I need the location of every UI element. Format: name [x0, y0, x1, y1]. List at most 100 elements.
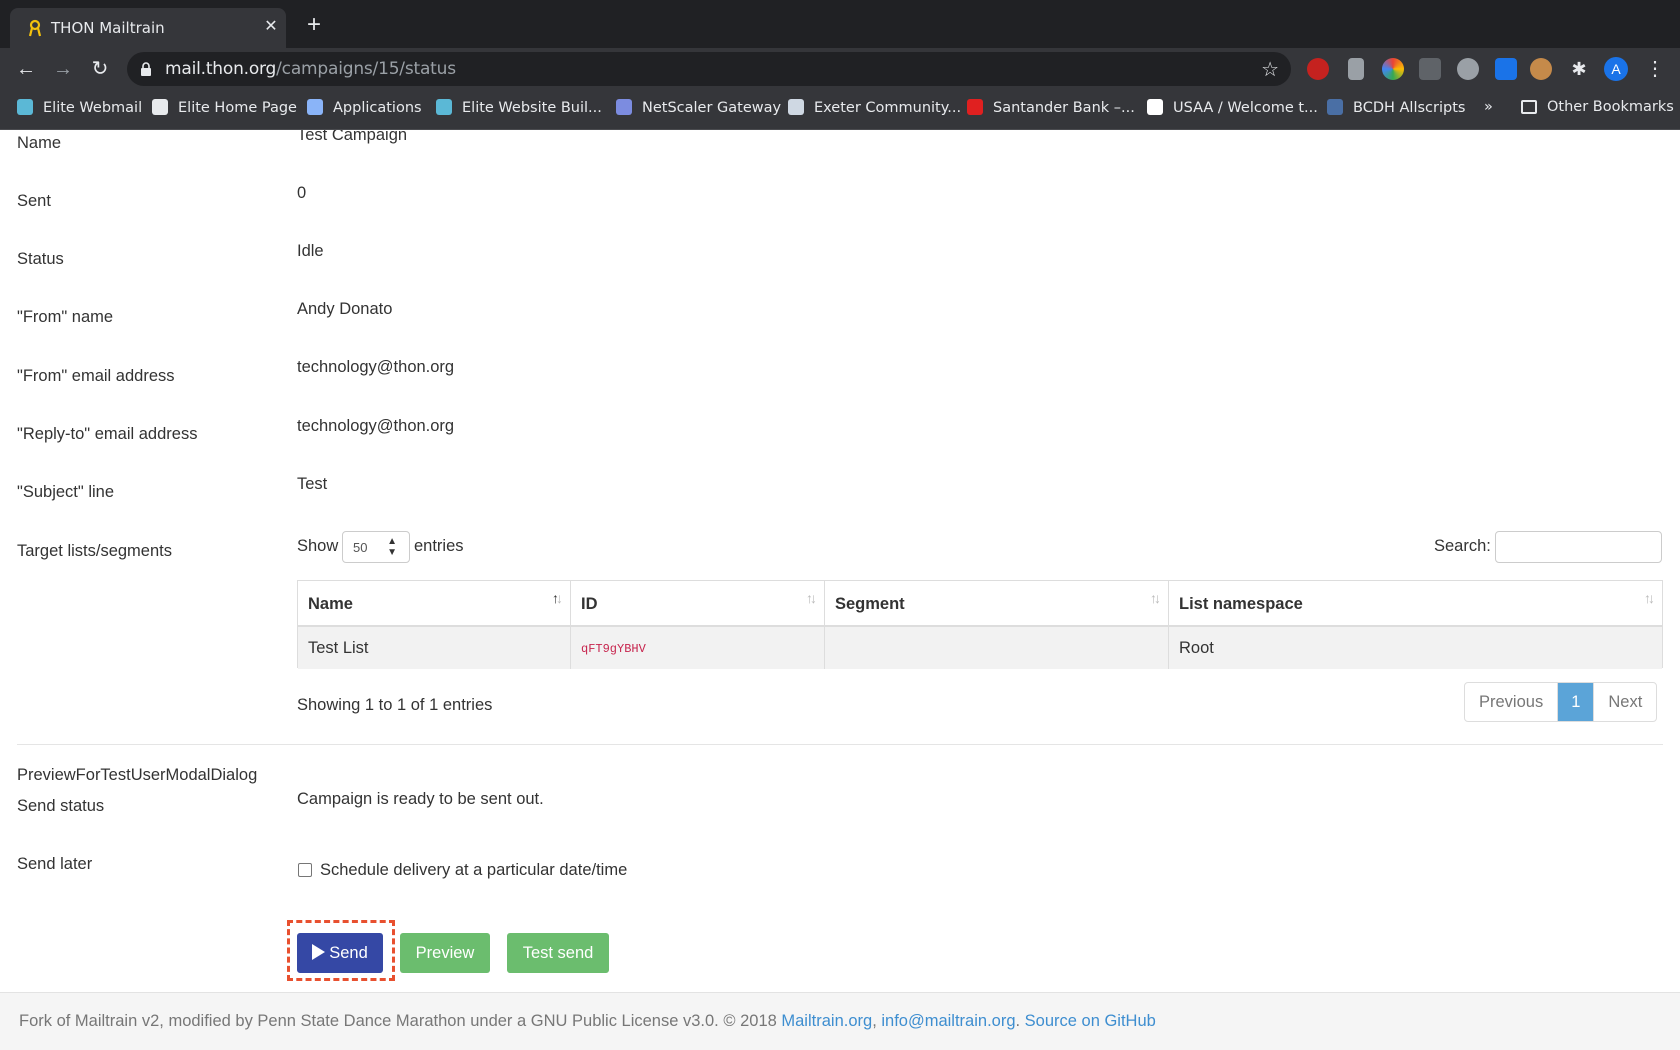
table-info: Showing 1 to 1 of 1 entries: [297, 696, 493, 714]
forward-icon[interactable]: →: [51, 57, 75, 81]
puzzle-extensions-icon[interactable]: ✱: [1568, 58, 1590, 80]
field-value: 0: [297, 184, 307, 202]
sort-icon: ↑↓: [1150, 590, 1161, 606]
next-page-button[interactable]: Next: [1594, 683, 1656, 721]
bookmark-item[interactable]: Elite Website Buil...: [436, 99, 602, 121]
tab-title: THON Mailtrain: [51, 19, 165, 37]
page-length-select[interactable]: 50 ▲ ▼: [342, 531, 410, 563]
table-cell-segment: [825, 627, 1169, 669]
bookmark-item[interactable]: BCDH Allscripts: [1327, 99, 1465, 121]
office-extension-icon[interactable]: [1348, 58, 1364, 80]
bookmarks-bar: Elite Webmail Elite Home Page Applicatio…: [0, 90, 1680, 130]
page-1-button[interactable]: 1: [1558, 683, 1595, 721]
field-value: Andy Donato: [297, 300, 393, 318]
field-value: Test: [297, 475, 328, 493]
footer-text: Fork of Mailtrain v2, modified by Penn S…: [19, 1012, 1156, 1030]
ribbon-icon: [28, 19, 42, 37]
email-link[interactable]: info@mailtrain.org: [881, 1012, 1015, 1030]
send-later-label: Send later: [17, 855, 93, 873]
bookmark-item[interactable]: NetScaler Gateway: [616, 99, 781, 121]
field-label: "From" name: [17, 308, 114, 326]
schedule-delivery-label[interactable]: Schedule delivery at a particular date/t…: [320, 861, 627, 880]
bookmark-star-icon[interactable]: ☆: [1261, 57, 1279, 82]
cookie-extension-icon[interactable]: [1530, 58, 1552, 80]
bookmark-favicon-icon: [616, 99, 632, 115]
browser-tab[interactable]: THON Mailtrain ✕: [10, 8, 286, 48]
folder-icon: [1521, 100, 1537, 114]
adblock-extension-icon[interactable]: [1307, 58, 1329, 80]
bookmarks-overflow-icon[interactable]: »: [1484, 99, 1493, 121]
bookmark-item[interactable]: Santander Bank –...: [967, 99, 1135, 121]
field-label: "From" email address: [17, 367, 175, 385]
sort-icon: ↑↓: [1644, 590, 1655, 606]
send-status-label: Send status: [17, 797, 105, 815]
back-icon[interactable]: ←: [14, 57, 38, 81]
bookmark-item[interactable]: Applications: [307, 99, 422, 121]
test-send-button[interactable]: Test send: [507, 933, 609, 973]
page-footer: Fork of Mailtrain v2, modified by Penn S…: [0, 992, 1680, 1050]
url-text: mail.thon.org/campaigns/15/status: [165, 59, 456, 79]
profile-avatar[interactable]: A: [1604, 57, 1628, 81]
pagination: Previous 1 Next: [1464, 682, 1658, 722]
search-input[interactable]: [1495, 531, 1662, 563]
field-label: Sent: [17, 192, 51, 210]
mailtrain-link[interactable]: Mailtrain.org: [781, 1012, 872, 1030]
field-value: technology@thon.org: [297, 358, 455, 376]
campaign-status-page: Name Test Campaign Sent 0 Status Idle "F…: [0, 130, 1680, 992]
select-arrows-icon: ▲ ▼: [387, 536, 397, 558]
sort-icon: ↑↓: [806, 590, 817, 606]
play-icon: [312, 944, 326, 960]
sort-asc-icon: ↑↓: [552, 590, 563, 606]
bookmark-item[interactable]: USAA / Welcome t...: [1147, 99, 1318, 121]
field-label: "Subject" line: [17, 483, 115, 501]
show-label: Show: [297, 537, 339, 555]
other-bookmarks[interactable]: Other Bookmarks: [1521, 99, 1674, 121]
bookmark-favicon-icon: [1147, 99, 1163, 115]
browser-tab-strip: THON Mailtrain ✕ +: [0, 0, 1680, 48]
send-button[interactable]: Send: [297, 933, 383, 973]
previous-page-button[interactable]: Previous: [1465, 683, 1559, 721]
preview-button[interactable]: Preview: [400, 933, 490, 973]
column-header-segment[interactable]: Segment ↑↓: [825, 581, 1169, 627]
field-label: Name: [17, 134, 62, 152]
close-tab-icon[interactable]: ✕: [260, 16, 282, 38]
new-extension-icon[interactable]: [1419, 58, 1441, 80]
bookmark-item[interactable]: Exeter Community...: [788, 99, 961, 121]
field-label: Target lists/segments: [17, 542, 172, 560]
bookmark-favicon-icon: [1327, 99, 1343, 115]
new-tab-icon[interactable]: +: [303, 13, 325, 37]
send-status-value: Campaign is ready to be sent out.: [297, 790, 544, 808]
address-bar[interactable]: mail.thon.org/campaigns/15/status ☆: [127, 52, 1291, 86]
bookmark-item[interactable]: Elite Webmail: [17, 99, 142, 121]
field-value: technology@thon.org: [297, 417, 455, 435]
search-label: Search:: [1434, 537, 1491, 555]
column-header-name[interactable]: Name ↑↓: [298, 581, 571, 627]
bookmark-item[interactable]: Elite Home Page: [152, 99, 297, 121]
browser-toolbar: ← → ↻ mail.thon.org/campaigns/15/status …: [0, 48, 1680, 90]
menu-kebab-icon[interactable]: ⋮: [1645, 56, 1665, 82]
bookmark-favicon-icon: [967, 99, 983, 115]
gear-extension-icon[interactable]: [1457, 58, 1479, 80]
schedule-delivery-checkbox[interactable]: [298, 863, 312, 877]
bookmark-favicon-icon: [788, 99, 804, 115]
field-value: Idle: [297, 242, 324, 260]
bookmark-favicon-icon: [17, 99, 33, 115]
bookmark-favicon-icon: [436, 99, 452, 115]
github-link[interactable]: Source on GitHub: [1025, 1012, 1156, 1030]
lists-table: Name ↑↓ ID ↑↓ Segment ↑↓ List namespace …: [297, 580, 1663, 669]
divider: [17, 744, 1663, 745]
table-cell-namespace: Root: [1169, 627, 1662, 669]
entries-label: entries: [414, 537, 464, 555]
column-header-id[interactable]: ID ↑↓: [571, 581, 825, 627]
bookmark-favicon-icon: [307, 99, 323, 115]
column-header-list-namespace[interactable]: List namespace ↑↓: [1169, 581, 1662, 627]
field-label: "Reply-to" email address: [17, 425, 198, 443]
bitwarden-extension-icon[interactable]: [1495, 58, 1517, 80]
color-wheel-extension-icon[interactable]: [1382, 58, 1404, 80]
table-cell-name: Test List: [298, 627, 571, 669]
field-label: Status: [17, 250, 64, 268]
preview-dialog-label: PreviewForTestUserModalDialog: [17, 766, 258, 784]
reload-icon[interactable]: ↻: [88, 57, 112, 81]
field-value: Test Campaign: [297, 130, 408, 144]
bookmark-favicon-icon: [152, 99, 168, 115]
